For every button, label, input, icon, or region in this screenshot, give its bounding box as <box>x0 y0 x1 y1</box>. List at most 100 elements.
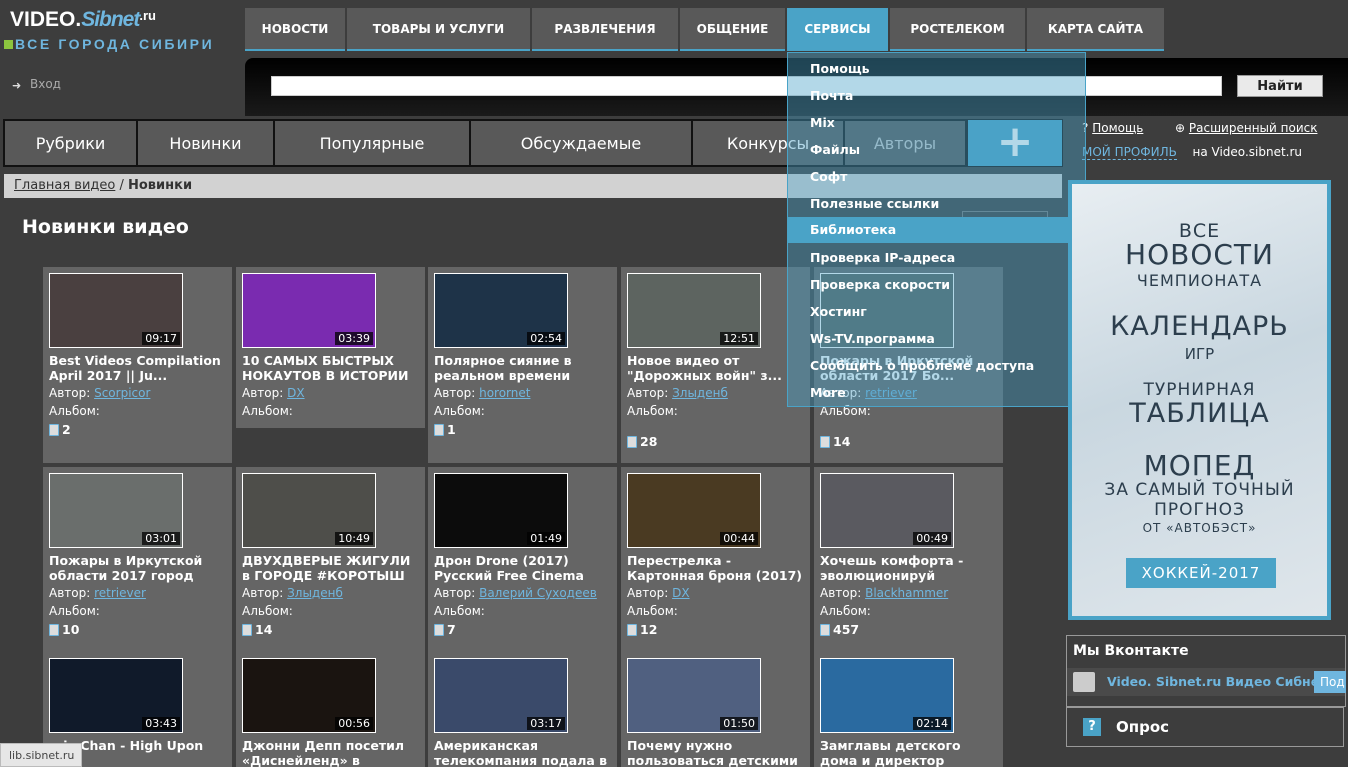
video-card[interactable]: 00:56 Джонни Депп посетил «Диснейленд» в … <box>236 652 425 767</box>
video-title[interactable]: Джонни Депп посетил «Диснейленд» в образ… <box>242 738 419 767</box>
topnav-entertainment[interactable]: РАЗВЛЕЧЕНИЯ <box>532 8 678 51</box>
video-author-link[interactable]: Scorpicor <box>94 386 150 400</box>
video-title[interactable]: Полярное сияние в реальном времени <box>434 353 611 384</box>
video-thumbnail[interactable]: 09:17 <box>49 273 183 348</box>
vk-subscribe-button[interactable]: Под <box>1314 671 1346 693</box>
video-duration: 02:14 <box>913 717 951 730</box>
video-author-link[interactable]: DX <box>672 586 689 600</box>
video-duration: 01:49 <box>527 532 565 545</box>
video-title[interactable]: Почему нужно пользоваться детскими <box>627 738 804 767</box>
menu-item-more[interactable]: More <box>810 385 846 400</box>
video-thumbnail[interactable]: 01:49 <box>434 473 568 548</box>
tab-new[interactable]: Новинки <box>138 121 273 165</box>
video-thumbnail[interactable]: 03:43 <box>49 658 183 733</box>
video-title[interactable]: Пожары в Иркутской области 2017 город Зи… <box>49 553 226 584</box>
author-label: Автор: <box>820 586 866 600</box>
menu-item-ip-check[interactable]: Проверка IP-адреса <box>810 250 955 265</box>
video-thumbnail[interactable]: 10:49 <box>242 473 376 548</box>
site-logo[interactable]: VIDEO.Sibnet.ru ВСЕ ГОРОДА СИБИРИ <box>0 0 245 55</box>
tab-rubrics[interactable]: Рубрики <box>5 121 136 165</box>
video-author-link[interactable]: Валерий Суходеев <box>479 586 597 600</box>
video-card[interactable]: 03:39 10 САМЫХ БЫСТРЫХ НОКАУТОВ В ИСТОРИИ… <box>236 267 425 428</box>
vk-group-name[interactable]: Video. Sibnet.ru Видео Сибнет <box>1107 674 1326 689</box>
video-card[interactable]: 01:49 Дрон Drone (2017) Русский Free Cine… <box>428 467 617 663</box>
logo-tagline: ВСЕ ГОРОДА СИБИРИ <box>4 36 214 52</box>
video-title[interactable]: Новое видео от "Дорожных войн" з... <box>627 353 804 384</box>
search-button[interactable]: Найти <box>1237 75 1323 97</box>
video-card[interactable]: 03:17 Американская телекомпания подала в <box>428 652 617 767</box>
video-card[interactable]: 00:44 Перестрелка - Картонная броня (2017… <box>621 467 810 663</box>
advanced-search-link[interactable]: Расширенный поиск <box>1189 121 1318 135</box>
video-duration: 01:50 <box>720 717 758 730</box>
menu-item-help[interactable]: Помощь <box>810 61 870 76</box>
ad-hockey-button[interactable]: ХОККЕЙ-2017 <box>1126 558 1276 588</box>
video-author-link[interactable]: Blackhammer <box>865 586 948 600</box>
logo-square-icon <box>4 40 13 49</box>
video-card[interactable]: 01:50 Почему нужно пользоваться детскими <box>621 652 810 767</box>
video-title[interactable]: 10 САМЫХ БЫСТРЫХ НОКАУТОВ В ИСТОРИИ <box>242 353 419 384</box>
video-thumbnail[interactable]: 02:54 <box>434 273 568 348</box>
tab-popular[interactable]: Популярные <box>275 121 469 165</box>
menu-item-tv-program[interactable]: Ws-TV.программа <box>810 331 935 346</box>
vk-group-avatar-icon <box>1073 672 1095 692</box>
views-icon <box>627 624 637 636</box>
video-author-link[interactable]: Злыденб <box>287 586 343 600</box>
video-duration: 09:17 <box>142 332 180 345</box>
menu-item-mail[interactable]: Почта <box>810 88 853 103</box>
video-author-link[interactable]: retriever <box>94 586 146 600</box>
video-thumbnail[interactable]: 00:44 <box>627 473 761 548</box>
video-view-count: 12 <box>627 622 804 637</box>
video-card[interactable]: 12:51 Новое видео от "Дорожных войн" з...… <box>621 267 810 463</box>
tab-discussed[interactable]: Обсуждаемые <box>471 121 691 165</box>
menu-item-soft[interactable]: Софт <box>810 169 847 184</box>
vk-widget: Мы Вконтакте Video. Sibnet.ru Видео Сибн… <box>1066 635 1346 707</box>
topnav-news[interactable]: НОВОСТИ <box>245 8 345 51</box>
video-author-link[interactable]: DX <box>287 386 304 400</box>
menu-item-report-problem[interactable]: Сообщить о проблеме доступа <box>810 358 1034 373</box>
video-card[interactable]: 02:54 Полярное сияние в реальном времени А… <box>428 267 617 463</box>
video-card[interactable]: 10:49 ДВУХДВЕРЫЕ ЖИГУЛИ в ГОРОДЕ #КОРОТЫШ… <box>236 467 425 663</box>
video-card[interactable]: 03:01 Пожары в Иркутской области 2017 гор… <box>43 467 232 663</box>
video-title[interactable]: Американская телекомпания подала в <box>434 738 611 767</box>
topnav-communication[interactable]: ОБЩЕНИЕ <box>680 8 785 51</box>
video-thumbnail[interactable]: 02:14 <box>820 658 954 733</box>
vk-group-row[interactable]: Video. Sibnet.ru Видео Сибнет Под <box>1067 668 1346 696</box>
menu-item-library[interactable]: Библиотека <box>788 217 1085 243</box>
video-thumbnail[interactable]: 03:39 <box>242 273 376 348</box>
video-thumbnail[interactable]: 03:01 <box>49 473 183 548</box>
my-profile-link[interactable]: МОЙ ПРОФИЛЬ <box>1082 145 1177 160</box>
video-thumbnail[interactable]: 01:50 <box>627 658 761 733</box>
breadcrumb-home[interactable]: Главная видео <box>14 178 115 193</box>
topnav-services[interactable]: СЕРВИСЫ <box>787 8 888 51</box>
video-thumbnail[interactable]: 00:56 <box>242 658 376 733</box>
help-link[interactable]: Помощь <box>1092 121 1143 135</box>
topnav-goods[interactable]: ТОВАРЫ И УСЛУГИ <box>347 8 530 51</box>
menu-item-speed-check[interactable]: Проверка скорости <box>810 277 950 292</box>
menu-item-mix[interactable]: Mix <box>810 115 835 130</box>
video-author-link[interactable]: horornet <box>479 386 530 400</box>
login-link[interactable]: Вход <box>30 77 61 91</box>
menu-item-hosting[interactable]: Хостинг <box>810 304 867 319</box>
menu-item-files[interactable]: Файлы <box>810 142 860 157</box>
video-thumbnail[interactable]: 12:51 <box>627 273 761 348</box>
video-thumbnail[interactable]: 00:49 <box>820 473 954 548</box>
hockey-ad-banner[interactable]: ВСЕ НОВОСТИ ЧЕМПИОНАТА КАЛЕНДАРЬ ИГР ТУР… <box>1068 180 1331 620</box>
topnav-sitemap[interactable]: КАРТА САЙТА <box>1027 8 1164 51</box>
poll-widget: ? Опрос <box>1066 707 1344 747</box>
views-icon <box>820 624 830 636</box>
video-title[interactable]: Перестрелка - Картонная броня (2017) | М… <box>627 553 804 584</box>
video-author-row: Автор: Scorpicor <box>49 384 226 402</box>
video-title[interactable]: ДВУХДВЕРЫЕ ЖИГУЛИ в ГОРОДЕ #КОРОТЫШ №2 <box>242 553 419 584</box>
video-title[interactable]: Замглавы детского дома и директор школы.… <box>820 738 997 767</box>
video-title[interactable]: Best Videos Compilation April 2017 || Ju… <box>49 353 226 384</box>
video-card[interactable]: 00:49 Хочешь комфорта - эволюционируй Авто… <box>814 467 1003 663</box>
video-title[interactable]: Дрон Drone (2017) Русский Free Cinema <box>434 553 611 584</box>
video-card[interactable]: 09:17 Best Videos Compilation April 2017 … <box>43 267 232 463</box>
video-title[interactable]: Хочешь комфорта - эволюционируй <box>820 553 997 584</box>
video-author-link[interactable]: Злыденб <box>672 386 728 400</box>
view-count-value: 28 <box>640 434 658 449</box>
topnav-rostelecom[interactable]: РОСТЕЛЕКОМ <box>890 8 1025 51</box>
video-thumbnail[interactable]: 03:17 <box>434 658 568 733</box>
video-card[interactable]: 02:14 Замглавы детского дома и директор ш… <box>814 652 1003 767</box>
menu-item-useful-links[interactable]: Полезные ссылки <box>810 196 939 211</box>
